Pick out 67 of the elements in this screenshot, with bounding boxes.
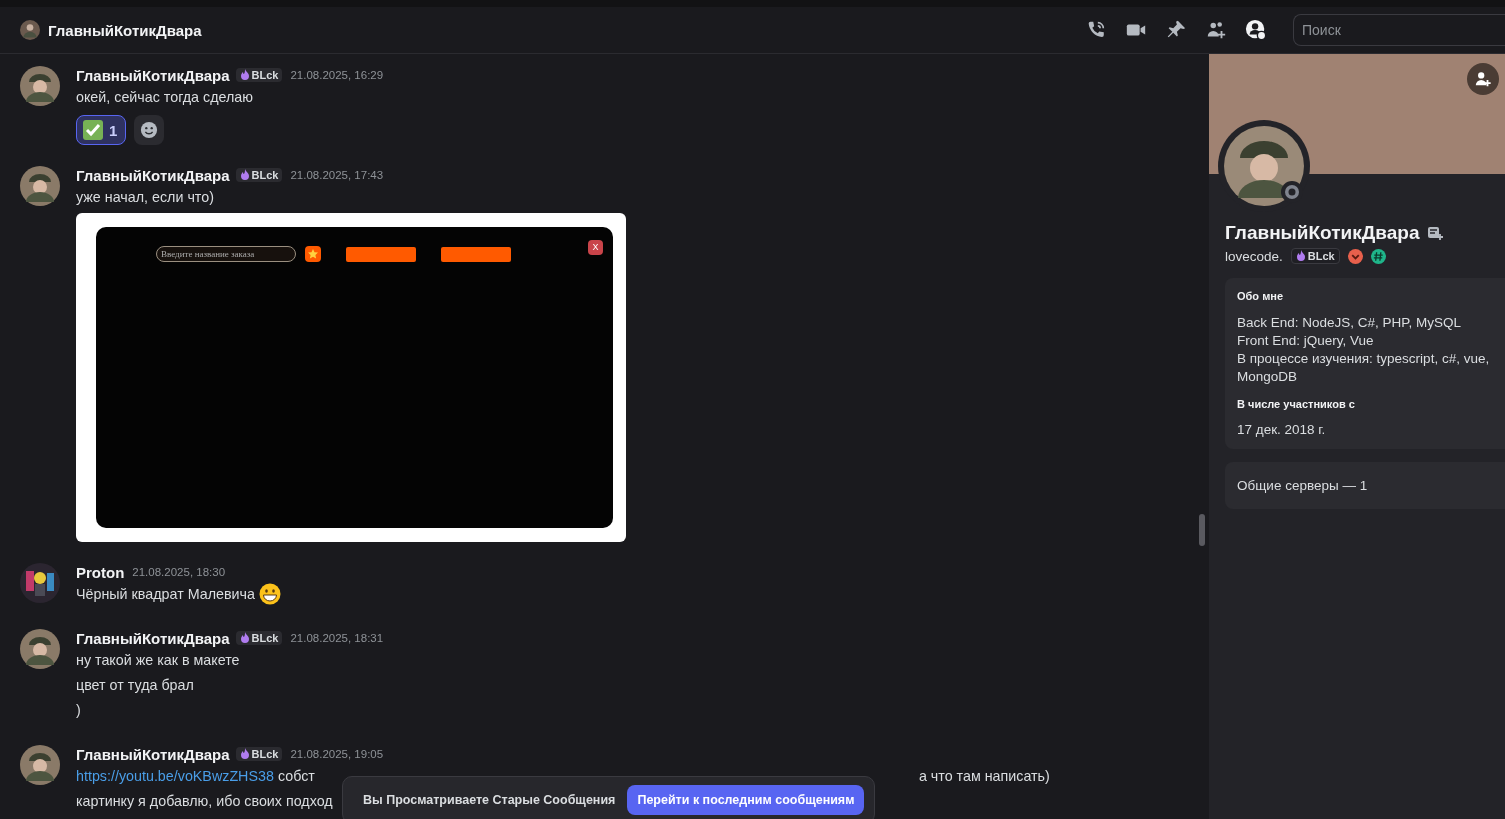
section-title: Обо мне	[1237, 290, 1285, 302]
message-text: цвет от туда брал	[76, 676, 194, 695]
timestamp: 21.08.2025, 19:05	[290, 748, 384, 760]
timestamp: 21.08.2025, 18:31	[290, 632, 384, 644]
flame-icon	[239, 632, 250, 644]
message-text: собст	[277, 767, 315, 786]
user-avatar[interactable]	[20, 745, 60, 785]
add-friend-icon	[1474, 70, 1492, 88]
tag-text: BLck	[251, 69, 279, 81]
timestamp: 21.08.2025, 16:29	[290, 69, 384, 81]
link[interactable]: https://youtu.be/voKBwzZHS38	[76, 765, 274, 787]
check-emoji-icon	[83, 120, 103, 140]
user-avatar[interactable]	[20, 563, 60, 603]
image-attachment[interactable]: Введите название заказа X	[76, 213, 626, 542]
add-reaction-button[interactable]	[134, 115, 165, 145]
user-avatar[interactable]	[20, 629, 60, 669]
message-text: )	[76, 701, 81, 720]
action-button	[441, 246, 511, 262]
order-search-field: Введите название заказа	[156, 246, 296, 262]
add-friend-button[interactable]	[1467, 63, 1499, 95]
user-profile-icon[interactable]	[1245, 19, 1267, 41]
author-name[interactable]: Proton	[76, 563, 125, 581]
author-name[interactable]: ГлавныйКотикДвара	[76, 166, 230, 184]
timestamp: 21.08.2025, 18:30	[132, 566, 226, 578]
grinning-emoji-icon	[258, 583, 281, 605]
message-text: Чёрный квадрат Малевича	[76, 585, 255, 604]
author-name[interactable]: ГлавныйКотикДвара	[76, 745, 230, 763]
author-name[interactable]: ГлавныйКотикДвара	[76, 629, 230, 647]
action-button	[346, 246, 416, 262]
section-title: В числе участников с	[1237, 398, 1356, 410]
hashtag-badge-icon	[1370, 248, 1386, 264]
channel-title: ГлавныйКотикДвара	[48, 21, 202, 39]
scrollbar-thumb[interactable]	[1199, 514, 1205, 546]
reaction-count: 1	[109, 121, 118, 139]
flame-icon	[239, 748, 250, 760]
member-since-date: 17 дек. 2018 г.	[1237, 422, 1327, 437]
tag-text: BLck	[251, 632, 279, 644]
author-name[interactable]: ГлавныйКотикДвара	[76, 66, 230, 84]
message-text: а что там написать)	[918, 767, 1050, 786]
user-avatar[interactable]	[20, 166, 60, 206]
banner-text: Вы Просматриваете Старые Сообщения	[363, 793, 616, 807]
tag-text: BLck	[251, 748, 279, 760]
flame-icon	[1295, 250, 1306, 262]
add-member-icon[interactable]	[1205, 19, 1227, 41]
message-text: ну такой же как в макете	[76, 651, 240, 670]
message-text: картинку я добавлю, ибо своих подход	[76, 792, 333, 811]
about-text: В процессе изучения: typescript, c#, vue, MongoDB	[1237, 350, 1491, 386]
smiley-icon	[140, 121, 159, 139]
user-avatar[interactable]	[20, 66, 60, 106]
message-text: окей, сейчас тогда сделаю	[76, 88, 253, 107]
about-text: Front End: jQuery, Vue	[1237, 332, 1375, 350]
about-text: Back End: NodeJS, C#, PHP, MySQL	[1237, 314, 1463, 332]
close-button: X	[588, 239, 603, 255]
profile-name: ГлавныйКотикДвара	[1225, 222, 1420, 244]
add-note-icon[interactable]	[1427, 225, 1444, 241]
jump-to-latest-button[interactable]: Перейти к последним сообщениям	[627, 785, 865, 815]
username: lovecode.	[1225, 248, 1283, 264]
message-text: уже начал, если что)	[76, 188, 214, 207]
tag-text: BLck	[251, 169, 279, 181]
flame-icon	[239, 169, 250, 181]
reaction-button[interactable]: 1	[76, 115, 127, 145]
tag-text: BLck	[1307, 250, 1335, 262]
user-avatar	[20, 20, 40, 40]
timestamp: 21.08.2025, 17:43	[290, 169, 384, 181]
flame-icon	[239, 69, 250, 81]
search-field[interactable]: Поиск	[1293, 14, 1505, 46]
mutual-servers-button[interactable]: Общие серверы — 1	[1225, 462, 1505, 509]
